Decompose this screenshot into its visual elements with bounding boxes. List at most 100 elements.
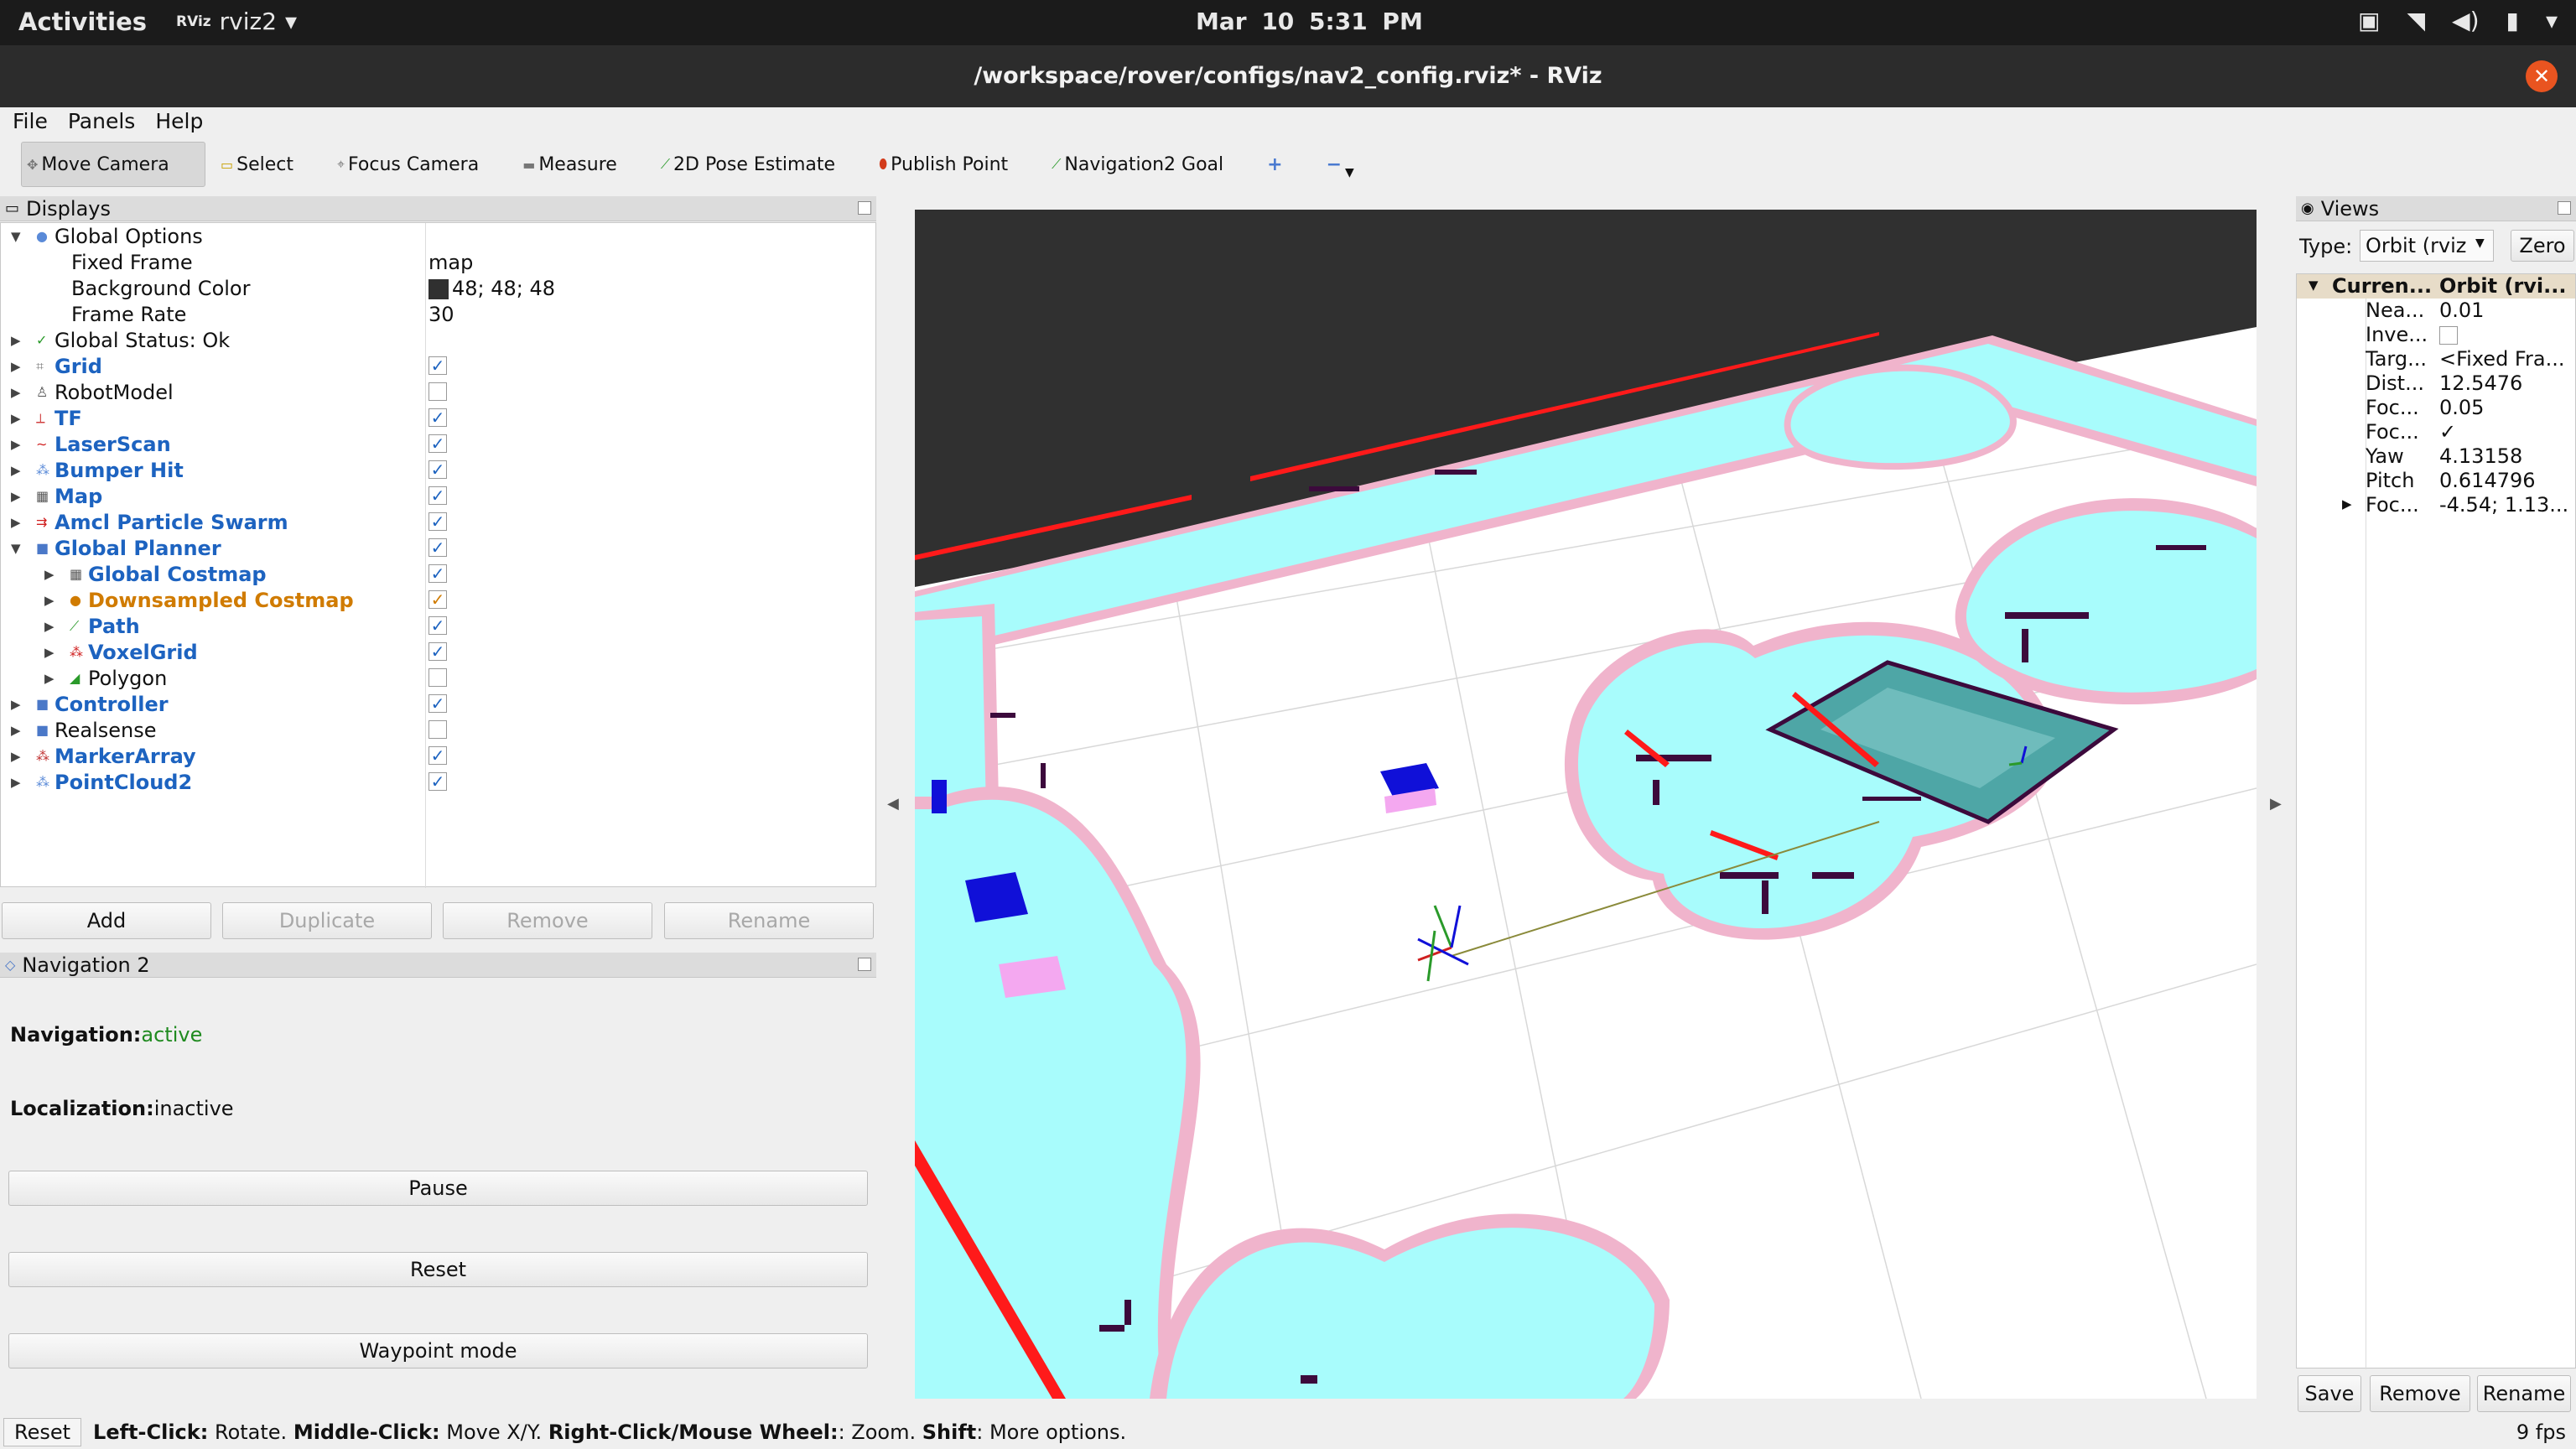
laserscan-checkbox[interactable]: ✓: [428, 434, 447, 453]
tree-row-frame-rate[interactable]: Frame Rate 30: [1, 301, 875, 327]
frame-rate-value[interactable]: 30: [428, 303, 454, 326]
focal-shape-checkbox[interactable]: ✓: [2439, 420, 2575, 444]
tree-row-bumper-hit[interactable]: ▶ ⁂ Bumper Hit ✓: [1, 457, 875, 483]
view-prop-row[interactable]: Pitch 0.614796: [2297, 469, 2575, 493]
clock[interactable]: Mar 10 5:31 PM: [1196, 8, 1423, 35]
view-prop-row[interactable]: Foc... 0.05: [2297, 396, 2575, 420]
duplicate-display-button[interactable]: Duplicate: [222, 902, 432, 939]
tree-row-polygon[interactable]: ▶ ◢ Polygon: [1, 665, 875, 691]
wifi-icon[interactable]: ◥: [2407, 7, 2426, 34]
tree-row-global-options[interactable]: ▼ ● Global Options: [1, 223, 875, 249]
menu-panels[interactable]: Panels: [68, 109, 135, 133]
view-prop-row[interactable]: Inve...: [2297, 323, 2575, 347]
tree-row-grid[interactable]: ▶ ⌗ Grid ✓: [1, 353, 875, 379]
views-tree[interactable]: ▼ Curren... Orbit (rvi... Nea... 0.01 Inv…: [2296, 273, 2576, 1369]
add-tool-button[interactable]: +: [1262, 142, 1287, 187]
controller-checkbox[interactable]: ✓: [428, 694, 447, 713]
view-prop-value[interactable]: <Fixed Fra...: [2439, 347, 2575, 371]
view-prop-row[interactable]: Dist... 12.5476: [2297, 371, 2575, 396]
expand-arrow-icon[interactable]: ▶: [44, 645, 55, 660]
float-panel-button[interactable]: [858, 958, 871, 971]
invert-z-checkbox[interactable]: [2439, 326, 2458, 345]
render-viewport[interactable]: [915, 210, 2257, 1399]
screen-icon[interactable]: ▣: [2358, 7, 2380, 34]
select-tool[interactable]: ▭ Select: [216, 142, 299, 187]
marker-array-checkbox[interactable]: ✓: [428, 746, 447, 765]
tree-row-downsampled-costmap[interactable]: ▶ ● Downsampled Costmap ✓: [1, 587, 875, 613]
system-tray[interactable]: ▣ ◥ ◀) ▮ ▾: [2358, 7, 2558, 34]
activities-button[interactable]: Activities: [18, 8, 147, 36]
tree-row-realsense[interactable]: ▶ ■ Realsense: [1, 717, 875, 743]
expand-arrow-icon[interactable]: ▶: [11, 749, 21, 764]
remove-tool-button[interactable]: − ▼: [1322, 142, 1359, 187]
expand-arrow-icon[interactable]: ▶: [11, 515, 21, 530]
expand-arrow-icon[interactable]: ▶: [11, 437, 21, 452]
rename-view-button[interactable]: Rename: [2477, 1375, 2571, 1412]
view-prop-row[interactable]: ▶ Foc... -4.54; 1.13...: [2297, 493, 2575, 517]
view-prop-row[interactable]: Yaw 4.13158: [2297, 444, 2575, 469]
expand-arrow-icon[interactable]: ▶: [11, 411, 21, 426]
pause-button[interactable]: Pause: [8, 1171, 868, 1206]
view-prop-value[interactable]: 4.13158: [2439, 444, 2575, 468]
displays-tree[interactable]: ▼ ● Global Options Fixed Frame map Backg…: [0, 222, 876, 888]
tree-row-amcl[interactable]: ▶ ⇉ Amcl Particle Swarm ✓: [1, 509, 875, 535]
app-menu[interactable]: RViz rviz2 ▾: [176, 8, 297, 35]
nav2-goal-tool[interactable]: ⟋ Navigation2 Goal: [1046, 142, 1228, 187]
path-checkbox[interactable]: ✓: [428, 616, 447, 635]
view-prop-row[interactable]: Nea... 0.01: [2297, 299, 2575, 323]
save-view-button[interactable]: Save: [2298, 1375, 2361, 1412]
float-panel-button[interactable]: [858, 201, 871, 215]
float-panel-button[interactable]: [2558, 201, 2571, 215]
grid-checkbox[interactable]: ✓: [428, 356, 447, 375]
volume-icon[interactable]: ◀): [2452, 7, 2479, 34]
expand-arrow-icon[interactable]: ▶: [11, 775, 21, 790]
collapse-arrow-icon[interactable]: ▼: [2309, 278, 2319, 293]
expand-arrow-icon[interactable]: ▶: [2342, 496, 2352, 512]
battery-icon[interactable]: ▮: [2506, 7, 2519, 34]
voxelgrid-checkbox[interactable]: ✓: [428, 642, 447, 661]
tree-row-fixed-frame[interactable]: Fixed Frame map: [1, 249, 875, 275]
reset-time-button[interactable]: Reset: [3, 1418, 82, 1446]
remove-view-button[interactable]: Remove: [2370, 1375, 2470, 1412]
tree-row-global-planner[interactable]: ▼ ■ Global Planner ✓: [1, 535, 875, 561]
expand-arrow-icon[interactable]: ▶: [44, 671, 55, 686]
menu-help[interactable]: Help: [155, 109, 203, 133]
view-prop-row[interactable]: Foc... ✓: [2297, 420, 2575, 444]
zero-button[interactable]: Zero: [2511, 230, 2574, 262]
expand-arrow-icon[interactable]: ▶: [11, 489, 21, 504]
tree-row-tf[interactable]: ▶ ⟂ TF ✓: [1, 405, 875, 431]
tree-row-laserscan[interactable]: ▶ ∼ LaserScan ✓: [1, 431, 875, 457]
color-swatch[interactable]: [428, 278, 449, 299]
expand-arrow-icon[interactable]: ▶: [11, 333, 21, 348]
global-planner-checkbox[interactable]: ✓: [428, 538, 447, 557]
tree-row-global-costmap[interactable]: ▶ ▦ Global Costmap ✓: [1, 561, 875, 587]
view-prop-value[interactable]: 12.5476: [2439, 371, 2575, 395]
pointcloud2-checkbox[interactable]: ✓: [428, 772, 447, 791]
global-costmap-checkbox[interactable]: ✓: [428, 564, 447, 583]
expand-arrow-icon[interactable]: ▶: [44, 567, 55, 582]
view-prop-row[interactable]: Targ... <Fixed Fra...: [2297, 347, 2575, 371]
tree-row-global-status[interactable]: ▶ ✓ Global Status: Ok: [1, 327, 875, 353]
expand-arrow-icon[interactable]: ▶: [11, 697, 21, 712]
collapse-left-arrow-icon[interactable]: ◀: [887, 795, 899, 813]
background-color-value[interactable]: 48; 48; 48: [428, 277, 555, 300]
reset-button[interactable]: Reset: [8, 1252, 868, 1287]
map-checkbox[interactable]: ✓: [428, 486, 447, 505]
tree-row-path[interactable]: ▶ ⟋ Path ✓: [1, 613, 875, 639]
add-display-button[interactable]: Add: [2, 902, 211, 939]
view-prop-value[interactable]: 0.614796: [2439, 469, 2575, 492]
tree-row-marker-array[interactable]: ▶ ⁂ MarkerArray ✓: [1, 743, 875, 769]
view-prop-value[interactable]: 0.05: [2439, 396, 2575, 419]
downsampled-costmap-checkbox[interactable]: ✓: [428, 590, 447, 609]
expand-arrow-icon[interactable]: ▶: [11, 463, 21, 478]
view-prop-value[interactable]: -4.54; 1.13...: [2439, 493, 2575, 517]
expand-arrow-icon[interactable]: ▶: [11, 723, 21, 738]
focus-camera-tool[interactable]: ⌖ Focus Camera: [332, 142, 484, 187]
view-type-select[interactable]: Orbit (rviz: [2360, 230, 2494, 262]
measure-tool[interactable]: ▬ Measure: [517, 142, 622, 187]
tree-row-map[interactable]: ▶ ▦ Map ✓: [1, 483, 875, 509]
close-icon[interactable]: ✕: [2526, 60, 2558, 92]
collapse-right-arrow-icon[interactable]: ▶: [2270, 795, 2282, 813]
scene-3d[interactable]: [915, 210, 2257, 1399]
menu-file[interactable]: File: [13, 109, 48, 133]
